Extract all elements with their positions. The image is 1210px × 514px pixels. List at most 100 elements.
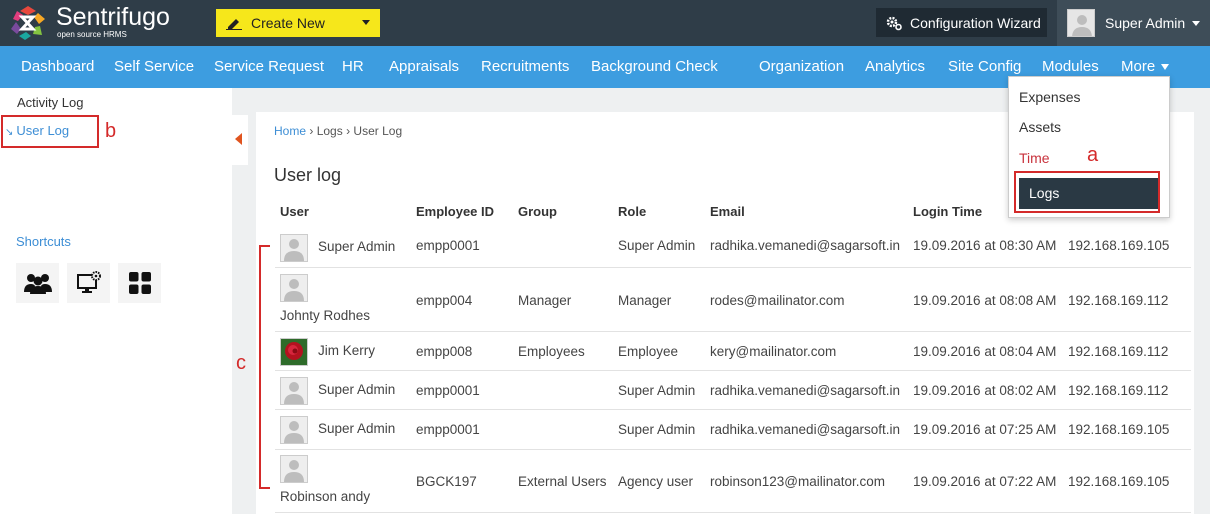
- gear-icon: [886, 16, 902, 30]
- cell-employee-id: BGCK197: [416, 474, 477, 489]
- column-header-role[interactable]: Role: [618, 204, 646, 219]
- cell-ip-address: 192.168.169.112: [1068, 293, 1169, 308]
- cell-email: radhika.vemanedi@sagarsoft.in: [710, 238, 901, 253]
- row-divider: [275, 370, 1191, 371]
- cell-user-name: Johnty Rodhes: [280, 308, 371, 323]
- row-divider: [275, 449, 1191, 450]
- nav-analytics[interactable]: Analytics: [865, 46, 925, 88]
- row-divider: [275, 267, 1191, 268]
- sidebar-collapse-toggle[interactable]: [232, 115, 248, 165]
- row-divider: [275, 331, 1191, 332]
- annotation-box-b: [1, 115, 99, 148]
- annotation-label-a: a: [1087, 144, 1099, 166]
- cell-login-time: 19.09.2016 at 08:02 AM: [913, 383, 1057, 398]
- top-bar: Sentrifugo open source HRMS Create New C…: [0, 0, 1210, 46]
- cell-role: Super Admin: [618, 238, 696, 253]
- cell-login-time: 19.09.2016 at 08:04 AM: [913, 344, 1057, 359]
- cell-role: Super Admin: [618, 383, 696, 398]
- cell-ip-address: 192.168.169.105: [1068, 474, 1170, 489]
- nav-hr[interactable]: HR: [342, 46, 364, 88]
- cell-employee-id: empp0001: [416, 383, 480, 398]
- cell-login-time: 19.09.2016 at 08:30 AM: [913, 238, 1057, 253]
- cell-login-time: 19.09.2016 at 07:25 AM: [913, 422, 1057, 437]
- cell-group: Employees: [518, 344, 585, 359]
- cell-user-name: Super Admin: [318, 239, 396, 254]
- row-divider: [275, 512, 1191, 513]
- nav-organization[interactable]: Organization: [759, 46, 844, 88]
- shortcuts-heading: Shortcuts: [16, 234, 71, 249]
- left-sidebar: Activity Log ↘ User Log b Shortcuts: [0, 88, 232, 514]
- shortcut-employees[interactable]: [16, 263, 59, 303]
- avatar: [1067, 9, 1095, 37]
- breadcrumb-home[interactable]: Home: [274, 124, 306, 138]
- cell-employee-id: empp008: [416, 344, 473, 359]
- create-new-label: Create New: [251, 15, 325, 31]
- cell-email: radhika.vemanedi@sagarsoft.in: [710, 422, 901, 437]
- nav-self-service[interactable]: Self Service: [114, 46, 194, 88]
- create-new-button[interactable]: Create New: [216, 9, 380, 37]
- cell-employee-id: empp0001: [416, 238, 480, 253]
- menu-item-expenses[interactable]: Expenses: [1019, 89, 1080, 105]
- cell-role: Employee: [618, 344, 679, 359]
- user-avatar-icon: [280, 377, 308, 405]
- configuration-wizard-label: Configuration Wizard: [910, 14, 1041, 31]
- column-header-login-time[interactable]: Login Time: [913, 204, 982, 219]
- page-title: User log: [274, 165, 342, 185]
- breadcrumb: Home › Logs › User Log: [274, 124, 402, 138]
- caret-left-icon: [235, 133, 242, 145]
- column-header-employee-id[interactable]: Employee ID: [416, 204, 494, 219]
- user-menu[interactable]: Super Admin: [1057, 0, 1210, 46]
- cell-ip-address: 192.168.169.112: [1068, 344, 1169, 359]
- cell-ip-address: 192.168.169.105: [1068, 422, 1170, 437]
- brand-tagline: open source HRMS: [57, 30, 127, 39]
- nav-background-check[interactable]: Background Check: [591, 46, 718, 88]
- chevron-down-icon: [1192, 21, 1200, 26]
- cell-ip-address: 192.168.169.105: [1068, 238, 1170, 253]
- cell-user-name: Jim Kerry: [318, 343, 375, 358]
- breadcrumb-logs[interactable]: Logs: [317, 124, 343, 138]
- shortcut-settings[interactable]: [67, 263, 110, 303]
- caret-down-icon: [1161, 64, 1170, 71]
- cell-user-name: Robinson andy: [280, 489, 371, 504]
- breadcrumb-separator: ›: [309, 124, 314, 138]
- menu-item-time[interactable]: Time: [1019, 150, 1050, 166]
- chevron-down-icon: [362, 20, 370, 25]
- sentrifugo-logo-icon[interactable]: [9, 5, 47, 41]
- breadcrumb-current: User Log: [353, 124, 403, 138]
- nav-service-request[interactable]: Service Request: [214, 46, 324, 88]
- user-silhouette-icon: [1072, 15, 1092, 36]
- cell-employee-id: empp004: [416, 293, 473, 308]
- pencil-icon: [226, 19, 242, 30]
- cell-user-name: Super Admin: [318, 421, 396, 436]
- column-header-user[interactable]: User: [280, 204, 309, 219]
- user-avatar-icon: [280, 234, 308, 262]
- cell-email: kery@mailinator.com: [710, 344, 837, 359]
- brand-name: Sentrifugo: [56, 3, 170, 31]
- annotation-label-b: b: [105, 120, 117, 142]
- sidebar-item-activity-log[interactable]: Activity Log: [17, 95, 83, 110]
- nav-dashboard[interactable]: Dashboard: [21, 46, 94, 88]
- cell-role: Super Admin: [618, 422, 696, 437]
- cell-role: Manager: [618, 293, 672, 308]
- column-header-email[interactable]: Email: [710, 204, 745, 219]
- cell-email: radhika.vemanedi@sagarsoft.in: [710, 383, 901, 398]
- user-photo: [280, 338, 308, 366]
- shortcut-modules[interactable]: [118, 263, 161, 303]
- cell-group: External Users: [518, 474, 607, 489]
- cell-employee-id: empp0001: [416, 422, 480, 437]
- nav-appraisals[interactable]: Appraisals: [389, 46, 459, 88]
- configuration-wizard-button[interactable]: Configuration Wizard: [876, 8, 1047, 37]
- cell-ip-address: 192.168.169.112: [1068, 383, 1169, 398]
- user-avatar-icon: [280, 274, 308, 302]
- menu-item-assets[interactable]: Assets: [1019, 119, 1061, 135]
- row-divider: [275, 409, 1191, 410]
- column-header-group[interactable]: Group: [518, 204, 557, 219]
- cell-user-name: Super Admin: [318, 382, 396, 397]
- cell-email: rodes@mailinator.com: [710, 293, 845, 308]
- nav-recruitments[interactable]: Recruitments: [481, 46, 569, 88]
- cell-group: Manager: [518, 293, 572, 308]
- annotation-label-c: c: [236, 352, 246, 374]
- annotation-bracket-c: [259, 245, 270, 489]
- annotation-box-a: [1014, 171, 1160, 213]
- breadcrumb-separator: ›: [346, 124, 351, 138]
